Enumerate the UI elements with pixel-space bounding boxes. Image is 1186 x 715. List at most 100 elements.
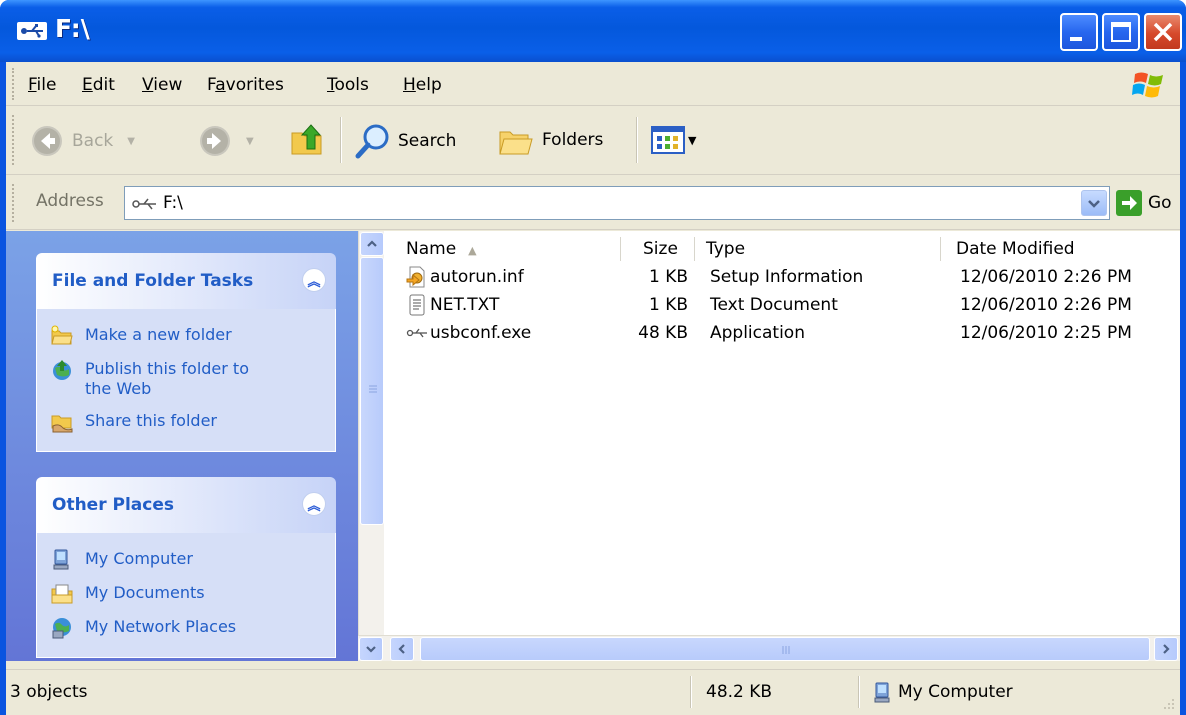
- close-button[interactable]: [1144, 13, 1182, 51]
- menu-view-mnemonic: V: [142, 75, 154, 95]
- usb-drive-icon: [17, 22, 47, 40]
- go-arrow-icon: [1116, 190, 1142, 216]
- address-input[interactable]: F:\: [124, 186, 1110, 220]
- file-name: usbconf.exe: [430, 323, 532, 343]
- menu-tools-mnemonic: T: [327, 75, 335, 95]
- forward-button[interactable]: ▼: [198, 124, 254, 158]
- folders-button[interactable]: Folders: [498, 122, 603, 158]
- forward-arrow-icon: [200, 126, 230, 156]
- addressbar-grip[interactable]: [12, 184, 16, 222]
- file-type: Text Document: [710, 295, 838, 315]
- task-pane-scrollbar[interactable]: [358, 231, 384, 661]
- menubar-grip[interactable]: [12, 68, 16, 100]
- maximize-button[interactable]: [1102, 13, 1140, 51]
- status-separator: [690, 676, 692, 708]
- file-size: 48 KB: [638, 323, 688, 343]
- views-icon: [651, 126, 685, 154]
- menu-edit-mnemonic: E: [82, 75, 93, 95]
- views-button[interactable]: ▼: [651, 126, 696, 154]
- column-type[interactable]: Type: [706, 239, 745, 259]
- chevron-left-icon: [398, 644, 405, 654]
- menu-file[interactable]: File: [28, 75, 56, 95]
- status-size: 48.2 KB: [706, 682, 773, 702]
- menu-favorites[interactable]: Favorites: [207, 75, 284, 95]
- scroll-up-button[interactable]: [360, 232, 384, 256]
- setup-info-icon: [406, 266, 425, 288]
- title-bar[interactable]: F:\: [0, 0, 1186, 62]
- share-folder-link[interactable]: Share this folder: [37, 405, 335, 439]
- go-button[interactable]: Go: [1116, 190, 1172, 216]
- scroll-down-button[interactable]: [359, 637, 383, 661]
- my-computer-link[interactable]: My Computer: [37, 543, 335, 577]
- menu-help[interactable]: Help: [403, 75, 442, 95]
- file-row[interactable]: usbconf.exe 48 KB Application 12/06/2010…: [384, 321, 1180, 349]
- my-computer-icon: [53, 549, 69, 570]
- column-name-label: Name: [406, 239, 457, 259]
- file-row[interactable]: autorun.inf 1 KB Setup Information 12/06…: [384, 265, 1180, 293]
- collapse-chevron-icon[interactable]: ︽: [302, 492, 326, 516]
- my-network-places-link[interactable]: My Network Places: [37, 611, 335, 645]
- back-dropdown-icon[interactable]: ▼: [127, 136, 135, 147]
- column-divider[interactable]: [620, 237, 621, 261]
- scroll-right-button[interactable]: [1154, 637, 1178, 661]
- menu-file-mnemonic: F: [28, 75, 37, 95]
- forward-dropdown-icon[interactable]: ▼: [246, 136, 254, 147]
- scroll-left-button[interactable]: [390, 637, 414, 661]
- task-pane: File and Folder Tasks ︽ Make a new folde…: [6, 231, 358, 661]
- my-computer-icon: [874, 682, 890, 703]
- file-type: Application: [710, 323, 805, 343]
- menu-file-label: ile: [36, 75, 57, 95]
- back-button[interactable]: Back ▼: [30, 124, 135, 158]
- column-divider[interactable]: [694, 237, 695, 261]
- file-date: 12/06/2010 2:26 PM: [960, 267, 1132, 287]
- new-folder-icon: [51, 325, 73, 345]
- grip-lines-icon: [782, 646, 790, 654]
- status-object-count: 3 objects: [10, 682, 88, 702]
- horizontal-scrollbar[interactable]: [358, 635, 1180, 661]
- column-divider[interactable]: [940, 237, 941, 261]
- views-dropdown-icon[interactable]: ▼: [688, 134, 696, 147]
- address-value: F:\: [163, 193, 183, 213]
- collapse-chevron-icon[interactable]: ︽: [302, 268, 326, 292]
- menu-favorites-mnemonic: a: [215, 75, 226, 95]
- status-bar: 3 objects 48.2 KB My Computer: [6, 669, 1180, 715]
- scroll-thumb[interactable]: [360, 257, 384, 525]
- standard-toolbar: Back ▼ ▼ Search Folders ▼: [6, 107, 1180, 175]
- task-label: Make a new folder: [85, 325, 232, 344]
- task-label: My Network Places: [85, 617, 237, 636]
- file-name: autorun.inf: [430, 267, 524, 287]
- usb-application-icon: [406, 328, 427, 338]
- file-type: Setup Information: [710, 267, 864, 287]
- search-button[interactable]: Search: [354, 122, 456, 160]
- address-dropdown-button[interactable]: [1081, 190, 1107, 216]
- my-documents-link[interactable]: My Documents: [37, 577, 335, 611]
- column-name[interactable]: Name ▲: [406, 239, 477, 259]
- grip-lines-icon: [369, 385, 377, 393]
- chevron-down-icon: [366, 646, 376, 653]
- horizontal-scroll-thumb[interactable]: [420, 637, 1150, 661]
- task-label: My Documents: [85, 583, 205, 602]
- file-list[interactable]: Name ▲ Size Type Date Modified autorun.in…: [384, 231, 1180, 635]
- column-size[interactable]: Size: [643, 239, 678, 259]
- minimize-button[interactable]: [1060, 13, 1098, 51]
- up-folder-button[interactable]: [288, 121, 326, 159]
- folders-icon: [499, 131, 533, 155]
- menu-view[interactable]: View: [142, 75, 182, 95]
- other-places-header[interactable]: Other Places ︽: [36, 477, 336, 533]
- column-date-modified[interactable]: Date Modified: [956, 239, 1075, 259]
- make-new-folder-link[interactable]: Make a new folder: [37, 319, 335, 353]
- share-folder-icon: [51, 415, 73, 433]
- resize-grip-icon[interactable]: [1160, 695, 1176, 711]
- menu-tools[interactable]: Tools: [327, 75, 369, 95]
- publish-folder-link[interactable]: Publish this folder to the Web: [37, 353, 335, 405]
- address-label: Address: [36, 191, 104, 211]
- toolbar-grip[interactable]: [12, 115, 16, 165]
- file-row[interactable]: NET.TXT 1 KB Text Document 12/06/2010 2:…: [384, 293, 1180, 321]
- panel-title: Other Places: [52, 495, 174, 515]
- sort-ascending-icon: ▲: [468, 244, 477, 257]
- menu-edit[interactable]: Edit: [82, 75, 115, 95]
- file-folder-tasks-header[interactable]: File and Folder Tasks ︽: [36, 253, 336, 309]
- status-location: My Computer: [898, 682, 1013, 702]
- task-label: My Computer: [85, 549, 193, 568]
- menu-favorites-prefix: F: [207, 75, 216, 95]
